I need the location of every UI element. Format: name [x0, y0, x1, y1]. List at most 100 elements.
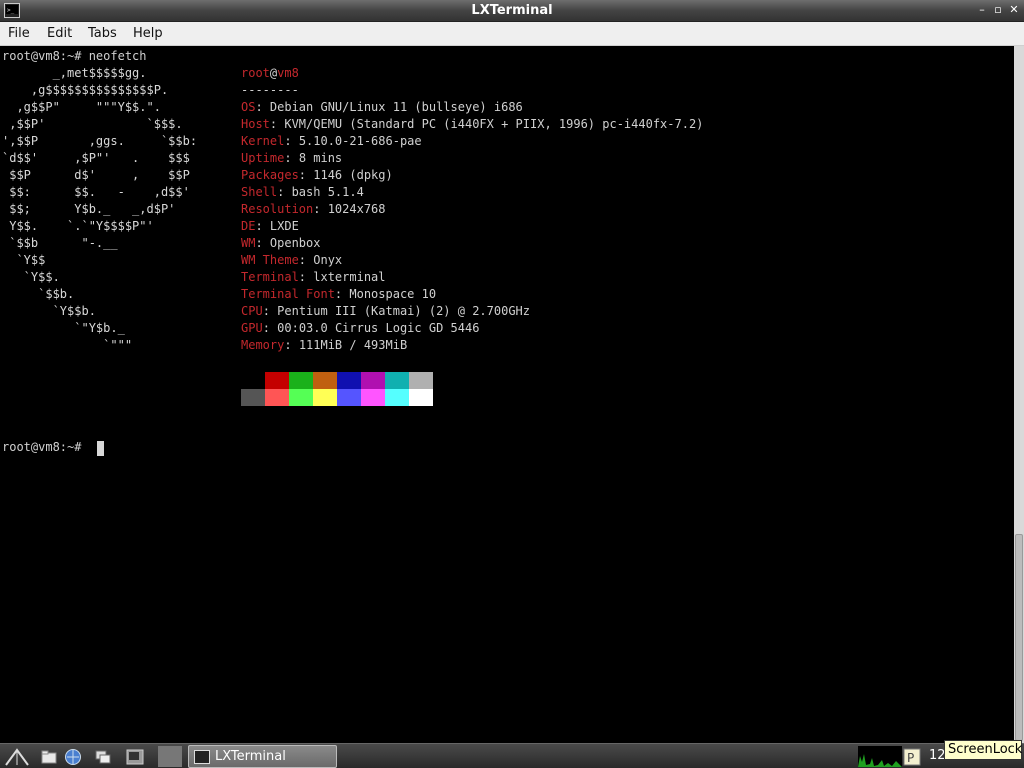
menu-tabs[interactable]: Tabs — [88, 26, 117, 41]
separator-line: -------- — [241, 83, 299, 97]
color-swatch — [337, 372, 361, 389]
color-swatch — [289, 389, 313, 406]
info-row: DE: LXDE — [241, 218, 299, 235]
info-colon: : — [255, 100, 270, 114]
info-key: OS — [241, 100, 256, 114]
info-row: Resolution: 1024x768 — [241, 201, 386, 218]
scrollbar-thumb[interactable] — [1015, 534, 1023, 741]
info-row: Terminal Font: Monospace 10 — [241, 286, 436, 303]
info-value: 111MiB / 493MiB — [298, 338, 408, 352]
info-value: lxterminal — [313, 270, 386, 284]
desktop-workspace-icon[interactable] — [158, 746, 182, 767]
info-colon: : — [255, 219, 270, 233]
menu-start-icon[interactable] — [4, 748, 30, 766]
ascii-art-line: ,g$$P" """Y$$.". — [2, 100, 161, 114]
info-row: Shell: bash 5.1.4 — [241, 184, 364, 201]
info-key: Resolution — [241, 202, 314, 216]
color-swatch — [409, 372, 433, 389]
web-browser-icon[interactable] — [64, 748, 82, 766]
ascii-art-line: `$$b. — [2, 287, 75, 301]
info-colon: : — [262, 321, 278, 335]
info-row: Packages: 1146 (dpkg) — [241, 167, 393, 184]
info-value: KVM/QEMU (Standard PC (i440FX + PIIX, 19… — [284, 117, 704, 131]
hostname: vm8 — [277, 66, 299, 80]
terminal-task-icon — [194, 750, 210, 764]
info-key: GPU — [241, 321, 263, 335]
close-button[interactable]: ✕ — [1007, 3, 1021, 17]
info-value: 5.10.0-21-686-pae — [298, 134, 422, 148]
info-value: Onyx — [313, 253, 343, 267]
info-key: Terminal Font — [241, 287, 335, 301]
color-swatch — [241, 389, 265, 406]
info-key: Uptime — [241, 151, 285, 165]
svg-text:P: P — [907, 751, 914, 765]
color-swatch — [385, 389, 409, 406]
ascii-art-line: `"Y$b._ — [2, 321, 125, 335]
text-cursor — [97, 441, 104, 456]
info-colon: : — [262, 304, 278, 318]
info-key: Memory — [241, 338, 285, 352]
info-colon: : — [313, 202, 328, 216]
info-colon: : — [284, 151, 299, 165]
info-key: Host — [241, 117, 270, 131]
color-swatch — [361, 389, 385, 406]
info-value: 1146 (dpkg) — [313, 168, 393, 182]
info-value: Monospace 10 — [349, 287, 437, 301]
info-colon: : — [255, 236, 270, 250]
info-row: Terminal: lxterminal — [241, 269, 386, 286]
info-value: Openbox — [269, 236, 321, 250]
desktop-pager-icon[interactable] — [126, 748, 144, 766]
file-manager-icon[interactable] — [40, 748, 58, 766]
menu-help[interactable]: Help — [133, 26, 163, 41]
menu-file[interactable]: File — [8, 26, 30, 41]
info-key: Shell — [241, 185, 278, 199]
shell-prompt: root@vm8:~# — [2, 440, 89, 454]
ascii-art-line: $$: $$. - ,d$$' — [2, 185, 190, 199]
maximize-button[interactable]: ▫ — [991, 3, 1005, 17]
ascii-art-line: `d$$' ,$P"' . $$$ — [2, 151, 190, 165]
info-colon: : — [277, 185, 292, 199]
ascii-art-line: ,g$$$$$$$$$$$$$$$P. — [2, 83, 169, 97]
info-value: LXDE — [269, 219, 299, 233]
info-value: Pentium III (Katmai) (2) @ 2.700GHz — [277, 304, 531, 318]
info-colon: : — [269, 117, 285, 131]
info-value: Debian GNU/Linux 11 (bullseye) i686 — [269, 100, 523, 114]
window-titlebar[interactable]: >_ LXTerminal – ▫ ✕ — [0, 0, 1024, 22]
cpu-monitor-icon[interactable] — [858, 746, 902, 767]
info-colon: : — [284, 134, 299, 148]
color-swatch — [313, 372, 337, 389]
color-swatch — [265, 389, 289, 406]
ascii-art-line: `Y$$. — [2, 270, 60, 284]
color-swatch — [385, 372, 409, 389]
power-manager-icon[interactable]: P — [903, 748, 921, 766]
info-row: Host: KVM/QEMU (Standard PC (i440FX + PI… — [241, 116, 703, 133]
ascii-art-line: $$; Y$b._ _,d$P' — [2, 202, 176, 216]
info-key: Terminal — [241, 270, 299, 284]
minimize-all-windows-icon[interactable] — [94, 748, 112, 766]
color-swatch — [337, 389, 361, 406]
terminal-scrollbar[interactable] — [1014, 46, 1024, 743]
ascii-art-line: Y$$. `.`"Y$$$$P"' — [2, 219, 154, 233]
taskbar-task-lxterminal[interactable]: LXTerminal — [188, 745, 337, 768]
ascii-art-line: ',$$P ,ggs. `$$b: — [2, 134, 198, 148]
color-swatch — [241, 372, 265, 389]
color-swatch — [409, 389, 433, 406]
terminal-area[interactable]: root@vm8:~# neofetch _,met$$$$$gg. ,g$$$… — [0, 46, 1014, 743]
minimize-button[interactable]: – — [975, 3, 989, 17]
ascii-art-line: _,met$$$$$gg. — [2, 66, 147, 80]
ascii-art-line: `Y$$b. — [2, 304, 96, 318]
info-row: WM Theme: Onyx — [241, 252, 342, 269]
menu-edit[interactable]: Edit — [47, 26, 72, 41]
info-value: 8 mins — [298, 151, 343, 165]
info-value: bash 5.1.4 — [291, 185, 364, 199]
ascii-art-line: $$P d$' , $$P — [2, 168, 190, 182]
info-row: CPU: Pentium III (Katmai) (2) @ 2.700GHz — [241, 303, 530, 320]
color-swatch — [265, 372, 289, 389]
info-colon: : — [298, 253, 314, 267]
info-row: Uptime: 8 mins — [241, 150, 342, 167]
ascii-art-line: `$$b "-.__ — [2, 236, 118, 250]
screenlock-tooltip: ScreenLock — [944, 740, 1022, 760]
taskbar: LXTerminal P 12 — [0, 743, 1024, 768]
username: root — [241, 66, 270, 80]
info-row: Memory: 111MiB / 493MiB — [241, 337, 407, 354]
